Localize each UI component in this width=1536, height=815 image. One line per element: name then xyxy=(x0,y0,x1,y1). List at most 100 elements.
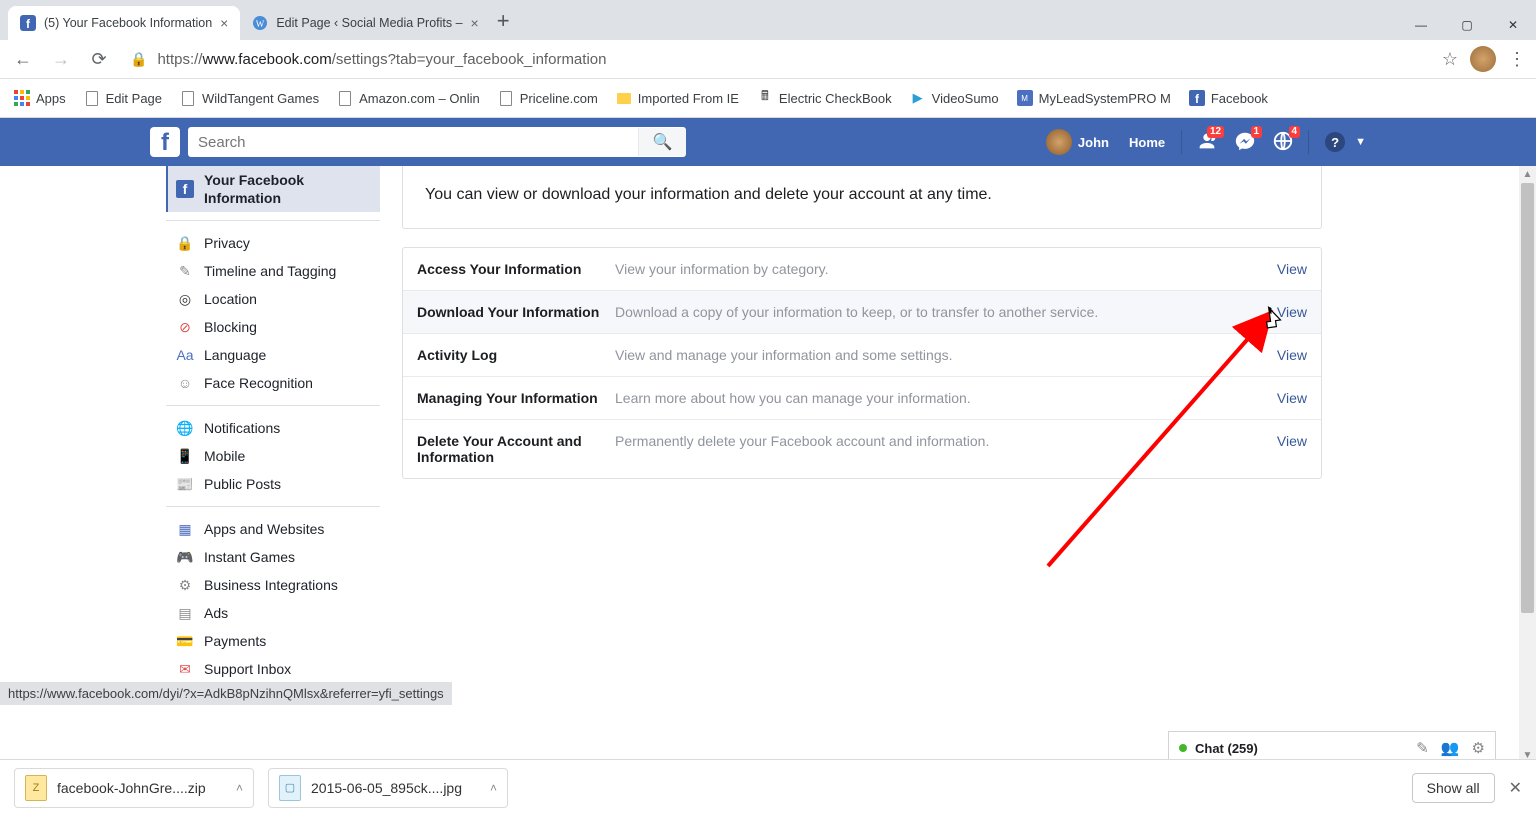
doc-icon xyxy=(500,91,512,106)
sidebar-item-public-posts[interactable]: 📰 Public Posts xyxy=(166,470,380,498)
info-row-activity-log[interactable]: Activity LogView and manage your informa… xyxy=(403,334,1321,377)
sb-icon: ⚙ xyxy=(176,576,194,594)
info-row-view-link[interactable]: View xyxy=(1277,390,1307,406)
bookmark-item[interactable]: 🖩Electric CheckBook xyxy=(757,90,892,106)
info-row-delete-your-account-and-information[interactable]: Delete Your Account and InformationPerma… xyxy=(403,420,1321,478)
scrollbar-track[interactable]: ▲ ▼ xyxy=(1519,166,1536,764)
scroll-up-icon[interactable]: ▲ xyxy=(1519,166,1536,183)
tab-close-icon[interactable]: × xyxy=(220,15,228,31)
browser-tab-active[interactable]: f (5) Your Facebook Information × xyxy=(8,6,240,40)
browser-tab[interactable]: W Edit Page ‹ Social Media Profits – × xyxy=(240,6,490,40)
sidebar-item-business-integrations[interactable]: ⚙Business Integrations xyxy=(166,571,380,599)
sidebar-item-blocking[interactable]: ⊘Blocking xyxy=(166,313,380,341)
browser-profile-avatar[interactable] xyxy=(1470,46,1496,72)
nav-forward-icon[interactable]: → xyxy=(44,42,78,76)
info-row-view-link[interactable]: View xyxy=(1277,433,1307,465)
bookmark-item[interactable]: Edit Page xyxy=(84,90,162,106)
fb-help-button[interactable]: ? xyxy=(1325,132,1345,152)
mlsp-icon: M xyxy=(1017,90,1033,106)
info-row-title: Activity Log xyxy=(417,347,615,363)
chevron-up-icon[interactable]: ˄ xyxy=(236,781,243,795)
info-row-view-link[interactable]: View xyxy=(1277,261,1307,277)
sb-icon: ✉ xyxy=(176,660,194,678)
browser-menu-icon[interactable]: ⋮ xyxy=(1508,49,1526,70)
sidebar-item-mobile[interactable]: 📱 Mobile xyxy=(166,442,380,470)
fb-logo-icon[interactable]: f xyxy=(150,127,180,157)
intro-text: You can view or download your informatio… xyxy=(425,186,992,203)
chevron-up-icon[interactable]: ˄ xyxy=(490,781,497,795)
sidebar-item-timeline-and-tagging[interactable]: ✎Timeline and Tagging xyxy=(166,257,380,285)
info-row-managing-your-information[interactable]: Managing Your InformationLearn more abou… xyxy=(403,377,1321,420)
bookmark-item[interactable]: ▶VideoSumo xyxy=(910,90,999,106)
info-row-view-link[interactable]: View xyxy=(1277,347,1307,363)
info-row-desc: Download a copy of your information to k… xyxy=(615,304,1277,320)
sidebar-separator xyxy=(166,405,380,406)
sb-icon: ▦ xyxy=(176,520,194,538)
close-shelf-icon[interactable]: ✕ xyxy=(1509,778,1522,798)
tab-close-icon[interactable]: × xyxy=(471,15,479,31)
sidebar-item-notifications[interactable]: 🌐Notifications xyxy=(166,414,380,442)
sidebar-item-apps-and-websites[interactable]: ▦Apps and Websites xyxy=(166,515,380,543)
fb-account-dropdown-icon[interactable]: ▼ xyxy=(1355,136,1366,148)
notif-badge: 4 xyxy=(1289,126,1301,138)
nav-reload-icon[interactable]: ⟳ xyxy=(82,42,116,76)
intro-box: You can view or download your informatio… xyxy=(402,166,1322,229)
show-all-downloads-button[interactable]: Show all xyxy=(1412,773,1495,803)
sidebar-item-language[interactable]: AaLanguage xyxy=(166,341,380,369)
fb-home-link[interactable]: Home xyxy=(1119,118,1175,166)
url-text: https://www.facebook.com/settings?tab=yo… xyxy=(157,51,606,68)
download-item[interactable]: ▢ 2015-06-05_895ck....jpg ˄ xyxy=(268,768,508,808)
sidebar-item-label: Blocking xyxy=(204,319,257,335)
sidebar-item-label: Public Posts xyxy=(204,476,281,492)
sidebar-item-support-inbox[interactable]: ✉Support Inbox xyxy=(166,655,380,683)
gear-icon[interactable]: ⚙ xyxy=(1472,739,1485,757)
info-row-download-your-information[interactable]: Download Your InformationDownload a copy… xyxy=(403,291,1321,334)
messages-badge: 1 xyxy=(1251,126,1263,138)
window-maximize-icon[interactable]: ▢ xyxy=(1444,10,1490,40)
sidebar-item-label: Mobile xyxy=(204,448,245,464)
sidebar-item-label: Face Recognition xyxy=(204,375,313,391)
bookmark-apps[interactable]: Apps xyxy=(14,90,66,106)
sidebar-item-payments[interactable]: 💳Payments xyxy=(166,627,380,655)
url-field[interactable]: 🔒 https://www.facebook.com/settings?tab=… xyxy=(120,44,1438,74)
bookmark-item[interactable]: fFacebook xyxy=(1189,90,1268,106)
sidebar-item-ads[interactable]: ▤Ads xyxy=(166,599,380,627)
fb-notifications-button[interactable]: 4 xyxy=(1264,130,1302,155)
compose-icon[interactable]: ✎ xyxy=(1416,739,1429,757)
bookmark-item[interactable]: MMyLeadSystemPRO M xyxy=(1017,90,1171,106)
sidebar-item-your-facebook-information[interactable]: f Your Facebook Information xyxy=(166,166,380,212)
fb-search-button[interactable]: 🔍 xyxy=(638,128,686,156)
sidebar-item-instant-games[interactable]: 🎮Instant Games xyxy=(166,543,380,571)
sb-icon: 📱 xyxy=(176,447,194,465)
online-dot-icon xyxy=(1179,744,1187,752)
sb-icon: 📰 xyxy=(176,475,194,493)
fb-friends-button[interactable]: 12 xyxy=(1188,130,1226,155)
bookmark-star-icon[interactable]: ☆ xyxy=(1442,49,1458,70)
window-minimize-icon[interactable]: ― xyxy=(1398,10,1444,40)
bookmark-item[interactable]: Amazon.com – Onlin xyxy=(337,90,480,106)
nav-back-icon[interactable]: ← xyxy=(6,42,40,76)
fb-profile-link[interactable]: John xyxy=(1036,118,1119,166)
sidebar-item-face-recognition[interactable]: ☺Face Recognition xyxy=(166,369,380,397)
bookmark-item[interactable]: Imported From IE xyxy=(616,90,739,106)
fb-avatar-icon xyxy=(1046,129,1072,155)
sb-icon: 🔒 xyxy=(176,234,194,252)
fb-search-input[interactable] xyxy=(188,134,638,151)
info-row-view-link[interactable]: View xyxy=(1277,304,1307,320)
new-tab-button[interactable]: + xyxy=(497,8,510,34)
people-icon[interactable]: 👥 xyxy=(1441,739,1460,757)
bookmark-item[interactable]: Priceline.com xyxy=(498,90,598,106)
sidebar-item-privacy[interactable]: 🔒Privacy xyxy=(166,229,380,257)
scrollbar-thumb[interactable] xyxy=(1521,183,1534,613)
download-item[interactable]: Z facebook-JohnGre....zip ˄ xyxy=(14,768,254,808)
play-icon: ▶ xyxy=(910,90,926,106)
download-filename: 2015-06-05_895ck....jpg xyxy=(311,780,480,796)
info-list: Access Your InformationView your informa… xyxy=(402,247,1322,479)
sidebar-item-location[interactable]: ◎Location xyxy=(166,285,380,313)
tab-title: (5) Your Facebook Information xyxy=(44,16,212,30)
info-row-title: Delete Your Account and Information xyxy=(417,433,615,465)
fb-messages-button[interactable]: 1 xyxy=(1226,130,1264,155)
info-row-access-your-information[interactable]: Access Your InformationView your informa… xyxy=(403,248,1321,291)
bookmark-item[interactable]: WildTangent Games xyxy=(180,90,319,106)
window-close-icon[interactable]: ✕ xyxy=(1490,10,1536,40)
